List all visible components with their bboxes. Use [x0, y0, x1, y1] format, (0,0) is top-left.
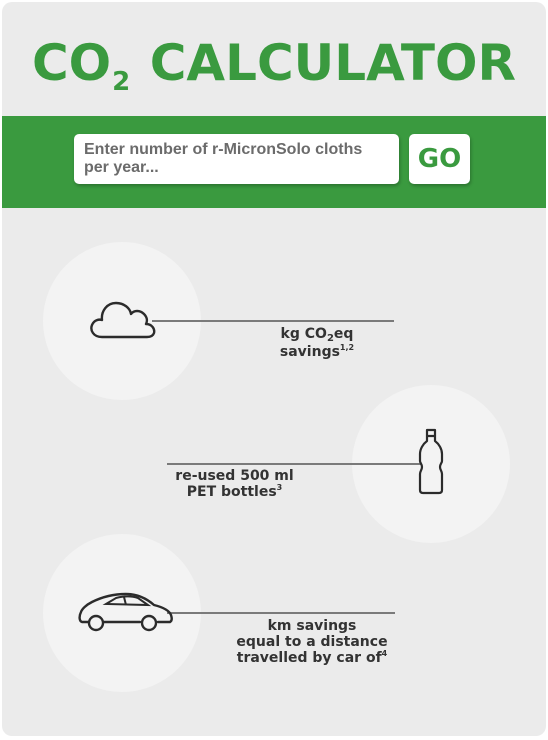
car-distance-label: km savings equal to a distance travelled…: [236, 618, 388, 666]
cloud-icon: [90, 301, 156, 339]
car-icon: [78, 592, 173, 632]
co2-savings-label: kg CO2eq savings1,2: [279, 326, 355, 360]
go-button[interactable]: GO: [409, 134, 470, 184]
divider-line: [152, 320, 394, 322]
cloths-per-year-input[interactable]: [74, 134, 399, 184]
divider-line: [167, 612, 395, 614]
divider-line: [167, 463, 422, 465]
calculator-card: CO2 CALCULATOR GO kg CO2eq savings1,2 re…: [2, 2, 546, 736]
bottle-icon: [418, 428, 444, 495]
pet-bottles-label: re-used 500 ml PET bottles3: [175, 468, 294, 500]
input-bar: GO: [2, 116, 546, 208]
page-title: CO2 CALCULATOR: [31, 34, 517, 97]
